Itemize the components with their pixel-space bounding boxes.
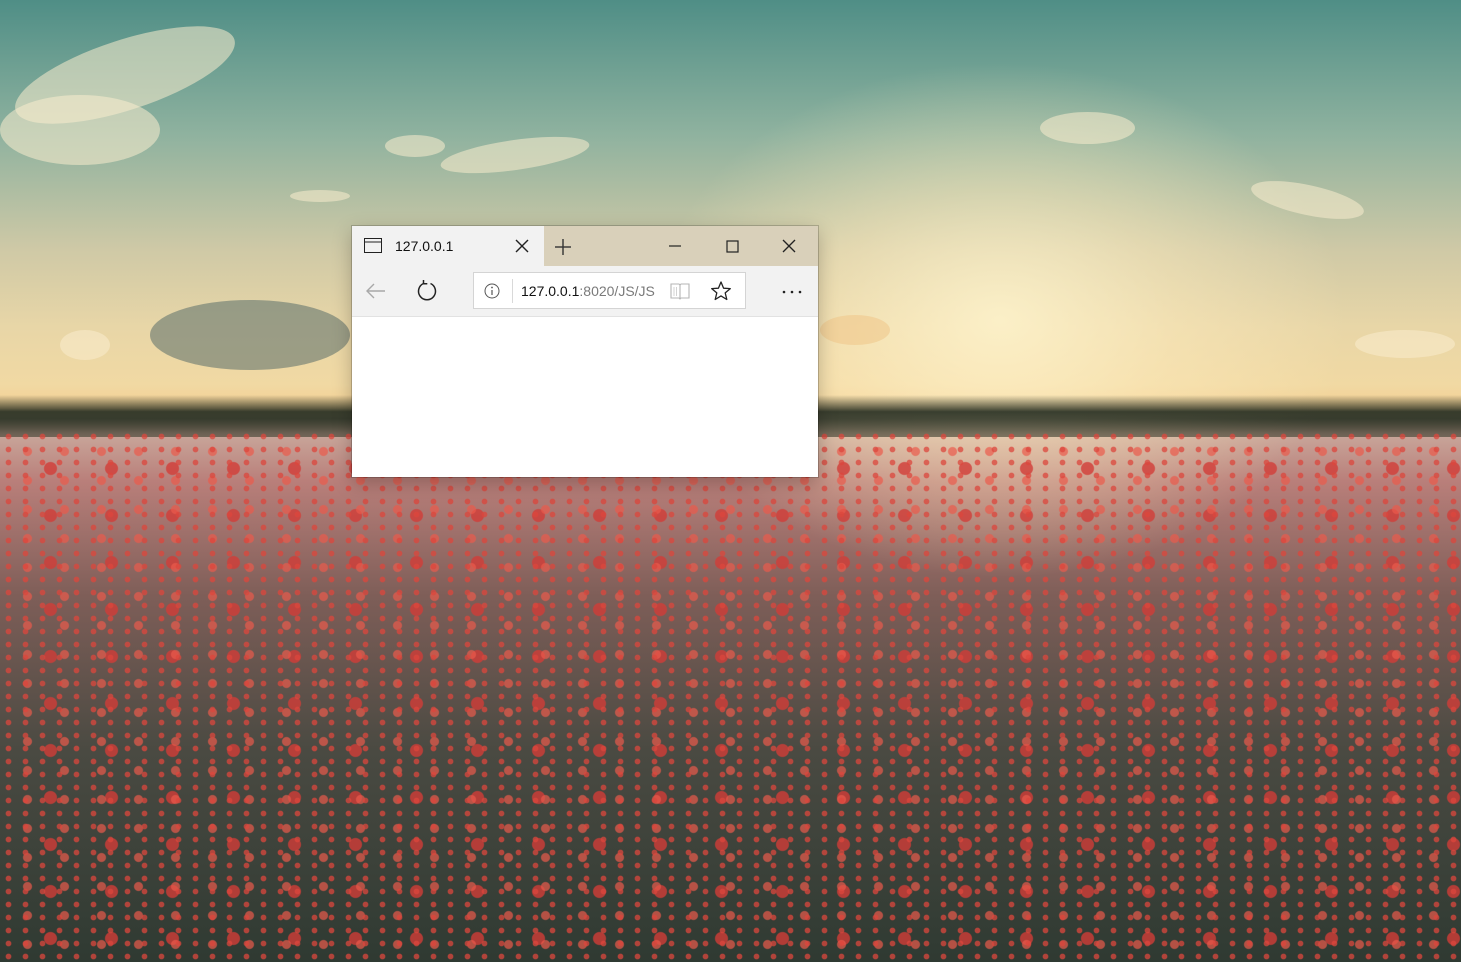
plus-icon[interactable] — [552, 236, 574, 258]
cloud — [438, 129, 592, 181]
minimize-icon[interactable] — [662, 234, 688, 258]
tab-close-icon[interactable] — [513, 237, 531, 255]
maximize-icon[interactable] — [719, 234, 745, 258]
navigation-bar: 127.0.0.1:8020/JS/JS — [352, 266, 818, 317]
star-icon[interactable] — [710, 280, 732, 302]
book-icon[interactable] — [669, 281, 691, 301]
url-text[interactable]: 127.0.0.1:8020/JS/JS — [521, 282, 661, 300]
page-icon — [364, 238, 382, 253]
address-bar[interactable]: 127.0.0.1:8020/JS/JS — [473, 272, 746, 309]
more-icon[interactable] — [778, 279, 806, 303]
desktop: 127.0.0.1 127.0.0.1:8020/JS/JS — [0, 0, 1461, 962]
browser-window: 127.0.0.1 127.0.0.1:8020/JS/JS — [352, 226, 818, 477]
cloud — [820, 315, 890, 345]
refresh-icon[interactable] — [415, 279, 439, 303]
close-window-icon[interactable] — [776, 234, 802, 258]
back-arrow-icon[interactable] — [364, 279, 388, 303]
info-icon[interactable] — [483, 282, 501, 300]
url-host: 127.0.0.1 — [521, 283, 580, 299]
cloud — [385, 135, 445, 157]
page-viewport[interactable] — [352, 317, 818, 477]
tab-title: 127.0.0.1 — [395, 238, 454, 254]
cloud — [290, 190, 350, 202]
cloud — [60, 330, 110, 360]
cloud — [150, 300, 350, 370]
cloud — [1355, 330, 1455, 358]
cloud — [1040, 112, 1135, 144]
cloud — [0, 95, 160, 165]
title-bar[interactable]: 127.0.0.1 — [352, 226, 818, 266]
tab-127-0-0-1[interactable]: 127.0.0.1 — [352, 226, 544, 266]
address-divider — [512, 279, 513, 303]
url-path: :8020/JS/JS — [579, 283, 655, 299]
poppy-field — [0, 430, 1461, 962]
